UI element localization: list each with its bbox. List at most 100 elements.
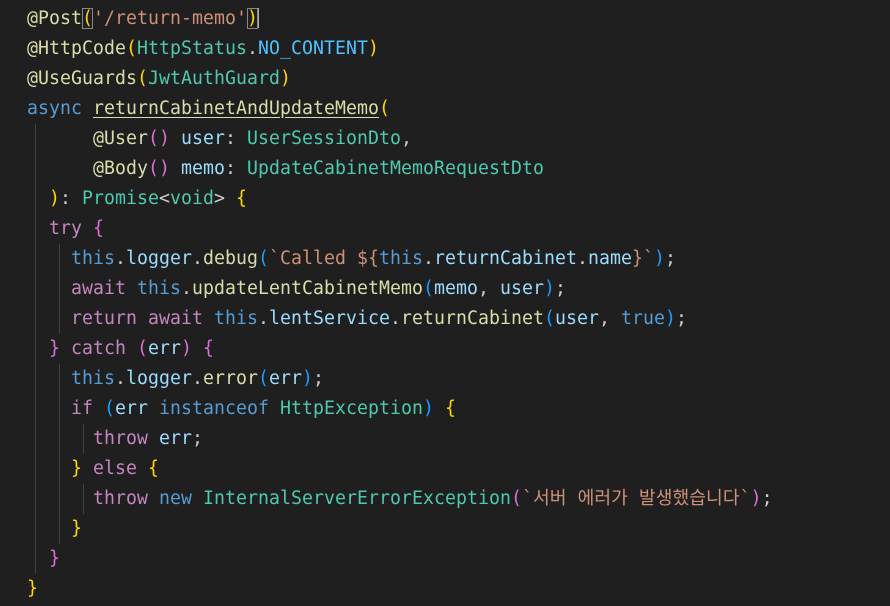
code-line-14[interactable]: if (err instanceof HttpException) { — [0, 394, 890, 424]
bracket-pair: () — [148, 158, 170, 179]
token-keyword-this: this — [137, 278, 181, 299]
code-line-7[interactable]: ): Promise<void> { — [0, 184, 890, 214]
token-keyword-else: else — [93, 458, 137, 479]
indent-guide — [35, 244, 36, 274]
brace-close: } — [71, 458, 82, 479]
token-keyword-throw: throw — [93, 428, 148, 449]
token-keyword-instanceof: instanceof — [159, 398, 269, 419]
code-line-12[interactable]: } catch (err) { — [0, 334, 890, 364]
token-var-err: err — [269, 368, 302, 389]
token-class-http-exception: HttpException — [280, 398, 423, 419]
code-line-20[interactable]: } — [0, 574, 890, 604]
code-editor[interactable]: @Post('/return-memo') @HttpCode(HttpStat… — [0, 0, 890, 606]
indent-guide — [35, 154, 36, 184]
indent-guide — [59, 514, 60, 544]
bracket-open: ( — [104, 398, 115, 419]
indent-guide — [59, 394, 60, 424]
token-prop-name: name — [588, 248, 632, 269]
token-keyword-async: async — [27, 98, 82, 119]
code-line-1[interactable]: @Post('/return-memo') — [0, 4, 890, 34]
token-type-void: void — [170, 188, 214, 209]
bracket-open: ( — [379, 98, 390, 119]
code-line-17[interactable]: throw new InternalServerErrorException(`… — [0, 484, 890, 514]
code-line-16[interactable]: } else { — [0, 454, 890, 484]
brace-open: { — [148, 458, 159, 479]
token-template-end: }` — [632, 248, 654, 269]
code-line-5[interactable]: @User() user: UserSessionDto, — [0, 124, 890, 154]
token-var-err: err — [148, 338, 181, 359]
brace-open: { — [236, 188, 247, 209]
token-var-user: user — [555, 308, 599, 329]
brace-close: } — [49, 338, 60, 359]
token-method-debug: debug — [203, 248, 258, 269]
brace-close: } — [49, 548, 60, 569]
token-decorator-post: @Post — [27, 8, 82, 29]
code-line-19[interactable]: } — [0, 544, 890, 574]
code-line-13[interactable]: this.logger.error(err); — [0, 364, 890, 394]
indent-guide — [59, 424, 60, 454]
indent-guide — [35, 424, 36, 454]
indent-guide — [35, 484, 36, 514]
bracket-close: ) — [654, 248, 665, 269]
bracket-open: ( — [137, 68, 148, 89]
bracket-close: ) — [181, 338, 192, 359]
token-param-user: user — [181, 128, 225, 149]
code-line-9[interactable]: this.logger.debug(`Called ${this.returnC… — [0, 244, 890, 274]
indent-guide — [35, 274, 36, 304]
token-type-promise: Promise — [82, 188, 159, 209]
token-keyword-this: this — [71, 368, 115, 389]
indent-guide — [59, 244, 60, 274]
indent-guide — [35, 364, 36, 394]
token-keyword-this: this — [214, 308, 258, 329]
brace-open: { — [445, 398, 456, 419]
token-type-memo: UpdateCabinetMemoRequestDto — [247, 158, 544, 179]
brace-open: { — [203, 338, 214, 359]
token-prop-return-cabinet: returnCabinet — [434, 248, 577, 269]
token-keyword-return: return — [71, 308, 137, 329]
token-keyword-if: if — [71, 398, 93, 419]
code-area[interactable]: @Post('/return-memo') @HttpCode(HttpStat… — [0, 4, 890, 604]
bracket-open: ( — [137, 338, 148, 359]
code-line-10[interactable]: await this.updateLentCabinetMemo(memo, u… — [0, 274, 890, 304]
token-var-user: user — [500, 278, 544, 299]
indent-guide — [35, 334, 36, 364]
token-template-start: `Called ${ — [269, 248, 379, 269]
indent-guide — [35, 394, 36, 424]
indent-guide — [83, 484, 84, 514]
bracket-close: ) — [302, 368, 313, 389]
token-error-message: `서버 에러가 발생했습니다` — [522, 488, 751, 509]
bracket-open: ( — [544, 308, 555, 329]
code-line-18[interactable]: } — [0, 514, 890, 544]
token-prop-logger: logger — [126, 368, 192, 389]
token-route-string: '/return-memo' — [93, 8, 247, 29]
bracket-close: ) — [750, 488, 762, 509]
token-keyword-true: true — [621, 308, 665, 329]
token-prop-lent-service: lentService — [269, 308, 390, 329]
bracket-close: ) — [368, 38, 379, 59]
code-line-8[interactable]: try { — [0, 214, 890, 244]
bracket-close: ) — [544, 278, 555, 299]
token-keyword-this: this — [379, 248, 423, 269]
code-line-11[interactable]: return await this.lentService.returnCabi… — [0, 304, 890, 334]
indent-guide — [35, 514, 36, 544]
token-keyword-new: new — [159, 488, 192, 509]
token-var-err: err — [115, 398, 148, 419]
token-method-update-memo: updateLentCabinetMemo — [192, 278, 423, 299]
code-line-2[interactable]: @HttpCode(HttpStatus.NO_CONTENT) — [0, 34, 890, 64]
brace-open: { — [93, 218, 104, 239]
indent-guide — [35, 184, 36, 214]
token-punct: . — [247, 38, 258, 59]
indent-guide — [59, 274, 60, 304]
token-method-name: returnCabinetAndUpdateMemo — [93, 98, 379, 119]
token-param-memo: memo — [181, 158, 225, 179]
text-cursor — [257, 8, 259, 28]
bracket-open: ( — [258, 248, 269, 269]
token-method-return-cabinet: returnCabinet — [401, 308, 544, 329]
indent-guide — [83, 424, 84, 454]
token-var-err: err — [159, 428, 192, 449]
code-line-3[interactable]: @UseGuards(JwtAuthGuard) — [0, 64, 890, 94]
token-var-memo: memo — [434, 278, 478, 299]
code-line-4[interactable]: async returnCabinetAndUpdateMemo( — [0, 94, 890, 124]
code-line-6[interactable]: @Body() memo: UpdateCabinetMemoRequestDt… — [0, 154, 890, 184]
code-line-15[interactable]: throw err; — [0, 424, 890, 454]
